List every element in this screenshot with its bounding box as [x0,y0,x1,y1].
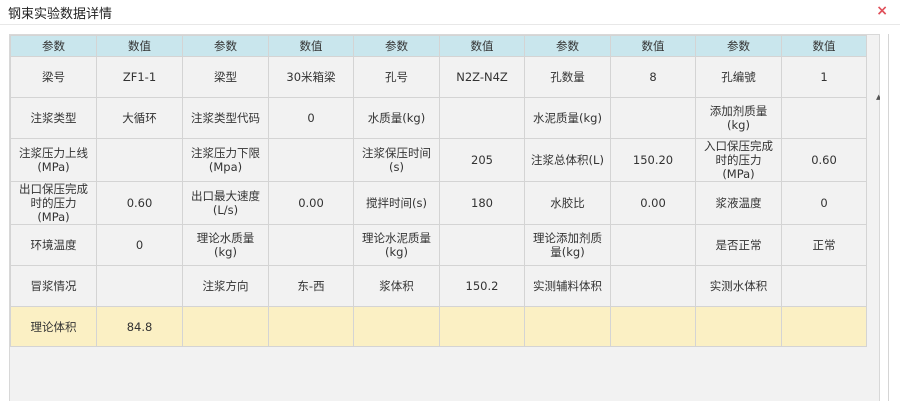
param-value: 1 [781,56,867,98]
param-label: 注浆保压时间(s) [353,138,440,182]
param-value: 0 [268,97,354,139]
param-label: 环境温度 [10,224,97,266]
empty-cell [610,306,696,347]
param-label: 理论水泥质量(kg) [353,224,440,266]
param-label: 注浆总体积(L) [524,138,611,182]
param-label: 出口保压完成时的压力(MPa) [10,181,97,225]
param-label: 孔数量 [524,56,611,98]
empty-cell [781,306,867,347]
param-value [610,265,696,307]
table-row: 注浆类型 大循环 注浆类型代码 0 水质量(kg) 水泥质量(kg) 添加剂质量… [10,97,867,139]
param-value [439,224,525,266]
param-value [96,265,183,307]
param-label: 注浆压力上线(MPa) [10,138,97,182]
panel-divider [888,34,889,401]
param-label: 入口保压完成时的压力(MPa) [695,138,782,182]
param-label: 是否正常 [695,224,782,266]
table-row-highlighted[interactable]: 理论体积 84.8 [10,306,867,347]
param-value [610,224,696,266]
param-label: 注浆方向 [182,265,269,307]
param-value: 0.00 [610,181,696,225]
close-icon[interactable]: × [876,2,888,20]
param-value: 84.8 [96,306,183,347]
param-label: 注浆类型代码 [182,97,269,139]
param-label: 梁号 [10,56,97,98]
param-label: 注浆压力下限(Mpa) [182,138,269,182]
param-value: 180 [439,181,525,225]
column-header: 数值 [439,35,525,57]
column-header: 参数 [695,35,782,57]
param-label: 水质量(kg) [353,97,440,139]
empty-cell [268,306,354,347]
column-header: 参数 [353,35,440,57]
param-value [781,265,867,307]
column-header: 数值 [781,35,867,57]
param-label: 理论水质量(kg) [182,224,269,266]
param-value [610,97,696,139]
experiment-data-table: 参数 数值 参数 数值 参数 数值 参数 数值 参数 数值 梁号 ZF1-1 梁… [10,35,867,347]
param-label: 冒浆情况 [10,265,97,307]
param-label: 浆体积 [353,265,440,307]
detail-dialog: 钢束实验数据详情 × 参数 数值 参数 数值 参数 数值 参数 数值 参数 数值… [0,0,900,401]
param-value: ZF1-1 [96,56,183,98]
table-row: 梁号 ZF1-1 梁型 30米箱梁 孔号 N2Z-N4Z 孔数量 8 孔编號 1 [10,56,867,98]
param-value [781,97,867,139]
param-label: 实测水体积 [695,265,782,307]
param-value: 0 [781,181,867,225]
param-value: 0 [96,224,183,266]
param-value: 0.00 [268,181,354,225]
param-value: 0.60 [781,138,867,182]
table-row: 出口保压完成时的压力(MPa) 0.60 出口最大速度(L/s) 0.00 搅拌… [10,181,867,225]
param-value: N2Z-N4Z [439,56,525,98]
param-value [439,97,525,139]
empty-cell [353,306,440,347]
param-value: 205 [439,138,525,182]
empty-cell [695,306,782,347]
data-panel: 参数 数值 参数 数值 参数 数值 参数 数值 参数 数值 梁号 ZF1-1 梁… [9,34,881,401]
param-label: 梁型 [182,56,269,98]
param-value [96,138,183,182]
param-label: 添加剂质量(kg) [695,97,782,139]
param-label: 浆液温度 [695,181,782,225]
param-value: 东-西 [268,265,354,307]
param-label: 理论添加剂质量(kg) [524,224,611,266]
empty-cell [524,306,611,347]
param-value: 0.60 [96,181,183,225]
param-value: 30米箱梁 [268,56,354,98]
param-value [268,224,354,266]
table-row: 冒浆情况 注浆方向 东-西 浆体积 150.2 实测辅料体积 实测水体积 [10,265,867,307]
param-label: 孔号 [353,56,440,98]
table-row: 注浆压力上线(MPa) 注浆压力下限(Mpa) 注浆保压时间(s) 205 注浆… [10,138,867,182]
param-value: 大循环 [96,97,183,139]
table-header-row: 参数 数值 参数 数值 参数 数值 参数 数值 参数 数值 [10,35,867,57]
param-label: 水泥质量(kg) [524,97,611,139]
param-value: 150.2 [439,265,525,307]
empty-cell [182,306,269,347]
column-header: 参数 [10,35,97,57]
right-panel [880,34,900,401]
table-row: 环境温度 0 理论水质量(kg) 理论水泥质量(kg) 理论添加剂质量(kg) … [10,224,867,266]
param-label: 理论体积 [10,306,97,347]
param-label: 水胶比 [524,181,611,225]
param-label: 孔编號 [695,56,782,98]
param-label: 出口最大速度(L/s) [182,181,269,225]
column-header: 数值 [96,35,183,57]
empty-cell [439,306,525,347]
dialog-title: 钢束实验数据详情 [8,7,113,22]
column-header: 参数 [524,35,611,57]
param-value: 8 [610,56,696,98]
param-value [268,138,354,182]
column-header: 数值 [610,35,696,57]
param-label: 实测辅料体积 [524,265,611,307]
column-header: 参数 [182,35,269,57]
param-label: 搅拌时间(s) [353,181,440,225]
column-header: 数值 [268,35,354,57]
dialog-title-bar: 钢束实验数据详情 × [0,0,900,25]
param-value: 正常 [781,224,867,266]
param-value: 150.20 [610,138,696,182]
param-label: 注浆类型 [10,97,97,139]
